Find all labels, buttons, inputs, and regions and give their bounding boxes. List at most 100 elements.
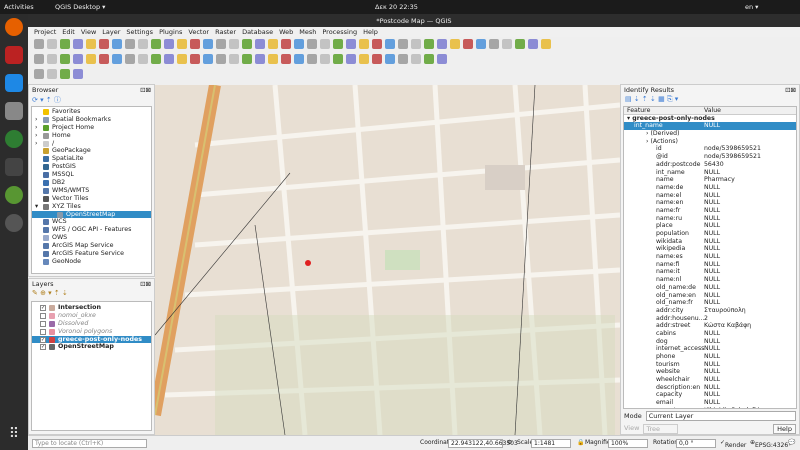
messages-icon[interactable]: 💬 bbox=[788, 439, 795, 446]
menu-view[interactable]: View bbox=[81, 28, 96, 37]
group-derived[interactable]: › (Derived) bbox=[624, 130, 796, 138]
show-apps-icon[interactable]: ⠿ bbox=[5, 426, 23, 444]
mongodb-icon[interactable] bbox=[5, 130, 23, 148]
attribute-row[interactable]: @id node/5398659521 bbox=[624, 153, 796, 161]
crs-button[interactable]: ⊕ EPSG:4326 bbox=[750, 439, 788, 449]
toolbar-button[interactable] bbox=[125, 54, 135, 64]
layer-visibility-checkbox[interactable]: ✓ bbox=[40, 304, 46, 311]
browser-item[interactable]: SpatiaLite bbox=[32, 155, 151, 163]
browser-item[interactable]: OpenStreetMap bbox=[32, 210, 151, 219]
attribute-row[interactable]: wheelchair NULL bbox=[624, 376, 796, 384]
toolbar-button[interactable] bbox=[164, 54, 174, 64]
toolbar-button[interactable] bbox=[151, 54, 161, 64]
locate-input[interactable]: Type to locate (Ctrl+K) bbox=[32, 439, 147, 448]
expand-arrow-icon[interactable]: › bbox=[35, 116, 40, 124]
spider-app-icon[interactable] bbox=[5, 158, 23, 176]
map-canvas[interactable] bbox=[155, 85, 620, 435]
toolbar-button[interactable] bbox=[190, 39, 200, 49]
toolbar-button[interactable] bbox=[34, 54, 44, 64]
attribute-row[interactable]: description:en NULL bbox=[624, 384, 796, 392]
toolbar-button[interactable] bbox=[398, 39, 408, 49]
toolbar-button[interactable] bbox=[333, 39, 343, 49]
toolbar-button[interactable] bbox=[502, 39, 512, 49]
qgis-icon[interactable] bbox=[5, 186, 23, 204]
attribute-row[interactable]: tourism NULL bbox=[624, 361, 796, 369]
toolbar-button[interactable] bbox=[242, 54, 252, 64]
files-icon[interactable] bbox=[5, 102, 23, 120]
menu-processing[interactable]: Processing bbox=[322, 28, 357, 37]
toolbar-button[interactable] bbox=[99, 54, 109, 64]
attribute-row[interactable]: capacity NULL bbox=[624, 391, 796, 399]
toolbar-button[interactable] bbox=[47, 39, 57, 49]
browser-item[interactable]: PostGIS bbox=[32, 163, 151, 171]
attribute-row[interactable]: name:ru NULL bbox=[624, 215, 796, 223]
browser-item[interactable]: › Project Home bbox=[32, 124, 151, 132]
toolbar-button[interactable] bbox=[320, 54, 330, 64]
attribute-row[interactable]: addr:city Σταυρούπολη bbox=[624, 307, 796, 315]
attribute-row[interactable]: addr:street Κώστα Καβάφη bbox=[624, 322, 796, 330]
attribute-row[interactable]: old_name:fr NULL bbox=[624, 299, 796, 307]
toolbar-button[interactable] bbox=[164, 39, 174, 49]
attribute-row[interactable]: dog NULL bbox=[624, 338, 796, 346]
toolbar-button[interactable] bbox=[437, 39, 447, 49]
expand-arrow-icon[interactable]: ▾ bbox=[35, 203, 40, 211]
toolbar-button[interactable] bbox=[86, 39, 96, 49]
toolbar-button[interactable] bbox=[73, 54, 83, 64]
toolbar-button[interactable] bbox=[463, 39, 473, 49]
attribute-row[interactable]: phone NULL bbox=[624, 353, 796, 361]
attribute-row[interactable]: addr:postcode 56430 bbox=[624, 161, 796, 169]
toolbar-button[interactable] bbox=[138, 39, 148, 49]
extents-icon[interactable]: ⚙ bbox=[507, 439, 512, 446]
browser-item[interactable]: MSSQL bbox=[32, 171, 151, 179]
toolbar-button[interactable] bbox=[515, 39, 525, 49]
menu-database[interactable]: Database bbox=[242, 28, 273, 37]
toolbar-button[interactable] bbox=[255, 39, 265, 49]
attribute-row[interactable]: name:es NULL bbox=[624, 253, 796, 261]
attribute-row[interactable]: old_name:de NULL bbox=[624, 284, 796, 292]
toolbar-button[interactable] bbox=[229, 39, 239, 49]
toolbar-button[interactable] bbox=[437, 54, 447, 64]
lock-icon[interactable]: 🔒 bbox=[577, 439, 584, 446]
attribute-row[interactable]: cabins NULL bbox=[624, 330, 796, 338]
menu-vector[interactable]: Vector bbox=[188, 28, 209, 37]
column-value[interactable]: Value bbox=[704, 107, 721, 114]
layer-item[interactable]: ✓ greece-post-only-nodes bbox=[32, 335, 151, 344]
attribute-row[interactable]: operatorKikinidis Polydefkis bbox=[624, 407, 796, 408]
browser-item[interactable]: ▾ XYZ Tiles bbox=[32, 203, 151, 211]
toolbar-button[interactable] bbox=[385, 39, 395, 49]
browser-item[interactable]: › Spatial Bookmarks bbox=[32, 116, 151, 124]
clock[interactable]: Δεκ 20 22:35 bbox=[375, 3, 418, 11]
expand-arrow-icon[interactable]: › bbox=[35, 124, 40, 132]
toolbar-button[interactable] bbox=[47, 69, 57, 79]
attribute-row[interactable]: name:nl NULL bbox=[624, 276, 796, 284]
menu-raster[interactable]: Raster bbox=[215, 28, 236, 37]
toolbar-button[interactable] bbox=[372, 54, 382, 64]
toolbar-button[interactable] bbox=[476, 39, 486, 49]
browser-item[interactable]: ArcGIS Map Service bbox=[32, 242, 151, 250]
attribute-row[interactable]: place NULL bbox=[624, 222, 796, 230]
browser-item[interactable]: WFS / OGC API - Features bbox=[32, 226, 151, 234]
toolbar-button[interactable] bbox=[372, 39, 382, 49]
layer-visibility-checkbox[interactable]: ✓ bbox=[40, 344, 46, 351]
panel-close-icon[interactable]: ⊡⊠ bbox=[140, 86, 151, 94]
attribute-row[interactable]: website NULL bbox=[624, 368, 796, 376]
toolbar-button[interactable] bbox=[307, 39, 317, 49]
toolbar-button[interactable] bbox=[112, 39, 122, 49]
toolbar-button[interactable] bbox=[294, 39, 304, 49]
menu-plugins[interactable]: Plugins bbox=[159, 28, 182, 37]
toolbar-button[interactable] bbox=[385, 54, 395, 64]
attribute-row[interactable]: name:fr NULL bbox=[624, 207, 796, 215]
toolbar-button[interactable] bbox=[450, 39, 460, 49]
toolbar-button[interactable] bbox=[216, 39, 226, 49]
attribute-row[interactable]: id node/5398659521 bbox=[624, 145, 796, 153]
toolbar-button[interactable] bbox=[541, 39, 551, 49]
browser-item[interactable]: Favorites bbox=[32, 108, 151, 116]
toolbar-button[interactable] bbox=[242, 39, 252, 49]
attribute-row[interactable]: population NULL bbox=[624, 230, 796, 238]
toolbar-button[interactable] bbox=[138, 54, 148, 64]
attribute-row[interactable]: name:el NULL bbox=[624, 192, 796, 200]
attribute-row[interactable]: int_name NULL bbox=[624, 169, 796, 177]
toolbar-button[interactable] bbox=[528, 39, 538, 49]
toolbar-button[interactable] bbox=[177, 54, 187, 64]
toolbar-button[interactable] bbox=[47, 54, 57, 64]
